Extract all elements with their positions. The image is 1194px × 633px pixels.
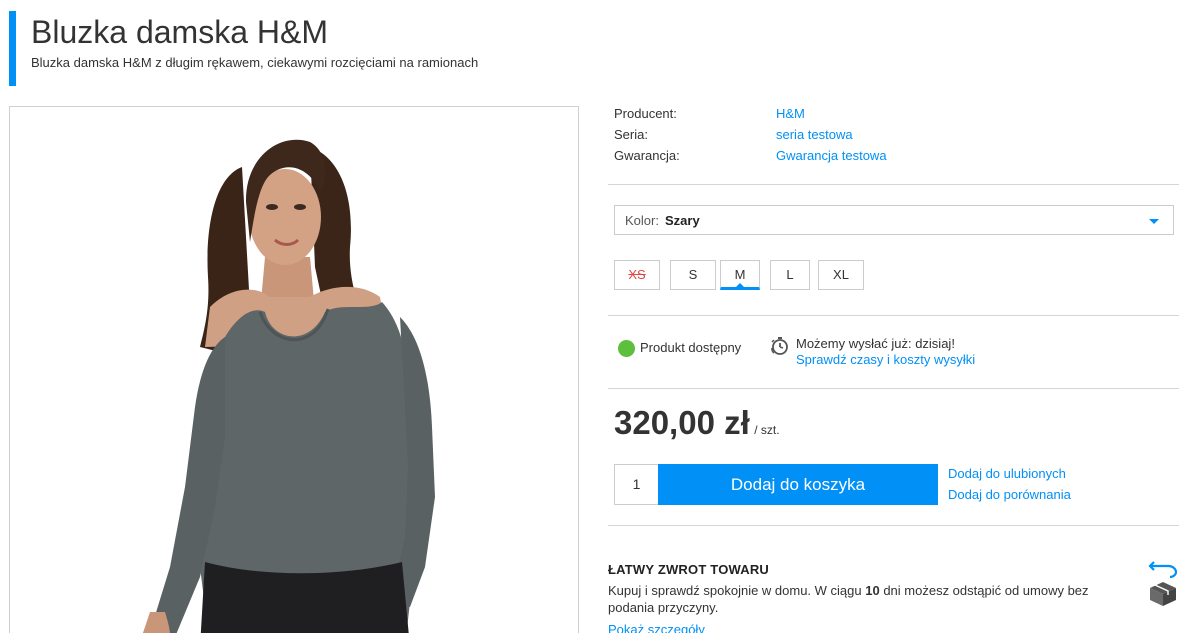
size-option-xs[interactable]: XS xyxy=(614,260,660,290)
color-value: Szary xyxy=(665,213,700,228)
divider xyxy=(608,388,1179,389)
divider xyxy=(608,525,1179,526)
returns-text-before: Kupuj i sprawdź spokojnie w domu. W ciąg… xyxy=(608,583,866,598)
add-to-compare-link[interactable]: Dodaj do porównania xyxy=(948,487,1071,502)
spec-row: Seria: seria testowa xyxy=(614,125,1014,146)
returns-details-link[interactable]: Pokaż szczegóły xyxy=(608,622,705,633)
availability-dot-icon xyxy=(618,340,635,357)
color-label: Kolor: xyxy=(625,213,659,228)
chevron-down-icon xyxy=(1149,219,1159,224)
spec-label: Seria: xyxy=(614,127,648,142)
product-header: Bluzka damska H&M Bluzka damska H&M z dł… xyxy=(9,11,1179,86)
returns-days: 10 xyxy=(865,583,880,598)
price-value: 320,00 zł xyxy=(614,404,750,441)
spec-row: Producent: H&M xyxy=(614,104,1014,125)
series-link[interactable]: seria testowa xyxy=(776,127,853,142)
page-title: Bluzka damska H&M xyxy=(31,14,328,50)
producer-link[interactable]: H&M xyxy=(776,106,805,121)
add-to-cart-button[interactable]: Dodaj do koszyka xyxy=(658,464,938,505)
spec-row: Gwarancja: Gwarancja testowa xyxy=(614,146,1014,167)
color-select[interactable]: Kolor: Szary xyxy=(614,205,1174,235)
returns-text: Kupuj i sprawdź spokojnie w domu. W ciąg… xyxy=(608,582,1108,616)
product-image[interactable] xyxy=(9,106,579,633)
size-option-l[interactable]: L xyxy=(770,260,810,290)
returns-title: ŁATWY ZWROT TOWARU xyxy=(608,562,770,577)
price-unit: / szt. xyxy=(754,423,780,437)
size-option-xl[interactable]: XL xyxy=(818,260,864,290)
divider xyxy=(608,315,1179,316)
size-option-s[interactable]: S xyxy=(670,260,716,290)
availability-text: Produkt dostępny xyxy=(640,340,742,355)
quantity-input[interactable]: 1 xyxy=(614,464,658,505)
stopwatch-icon xyxy=(771,337,788,355)
spec-label: Producent: xyxy=(614,106,677,121)
add-to-wishlist-link[interactable]: Dodaj do ulubionych xyxy=(948,466,1066,481)
warranty-link[interactable]: Gwarancja testowa xyxy=(776,148,887,163)
spec-list: Producent: H&M Seria: seria testowa Gwar… xyxy=(614,104,1014,167)
shipping-costs-link[interactable]: Sprawdź czasy i koszty wysyłki xyxy=(796,352,975,367)
shipping-info: Możemy wysłać już: dzisiaj! xyxy=(796,336,955,351)
spec-label: Gwarancja: xyxy=(614,148,680,163)
product-subtitle: Bluzka damska H&M z długim rękawem, ciek… xyxy=(31,55,479,70)
product-photo xyxy=(10,107,578,633)
return-package-icon xyxy=(1148,561,1178,606)
size-option-m[interactable]: M xyxy=(720,260,760,290)
price: 320,00 zł / szt. xyxy=(614,404,780,442)
divider xyxy=(608,184,1179,185)
